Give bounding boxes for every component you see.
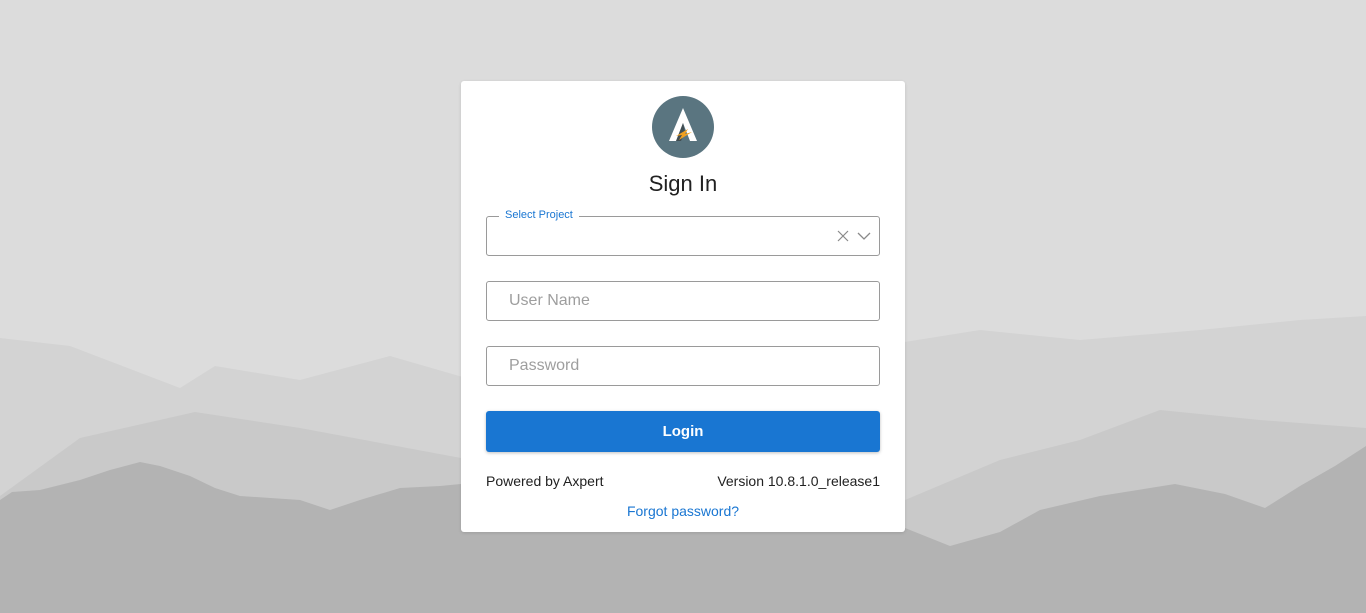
- password-field: [486, 346, 880, 386]
- password-input[interactable]: [487, 347, 879, 385]
- axpert-logo-icon: [652, 96, 714, 158]
- clear-icon[interactable]: [837, 230, 849, 242]
- username-input[interactable]: [487, 282, 879, 320]
- login-card: Sign In Select Project Login Powered by …: [461, 81, 905, 532]
- project-select-label: Select Project: [499, 208, 579, 222]
- forgot-password-link[interactable]: Forgot password?: [461, 503, 905, 519]
- chevron-down-icon[interactable]: [857, 230, 871, 242]
- login-button[interactable]: Login: [486, 411, 880, 452]
- username-field: [486, 281, 880, 321]
- powered-by-text: Powered by Axpert: [486, 473, 604, 489]
- version-text: Version 10.8.1.0_release1: [717, 473, 880, 489]
- page-title: Sign In: [648, 171, 718, 196]
- login-page: Sign In Select Project Login Powered by …: [0, 0, 1366, 613]
- project-select[interactable]: Select Project: [486, 208, 880, 256]
